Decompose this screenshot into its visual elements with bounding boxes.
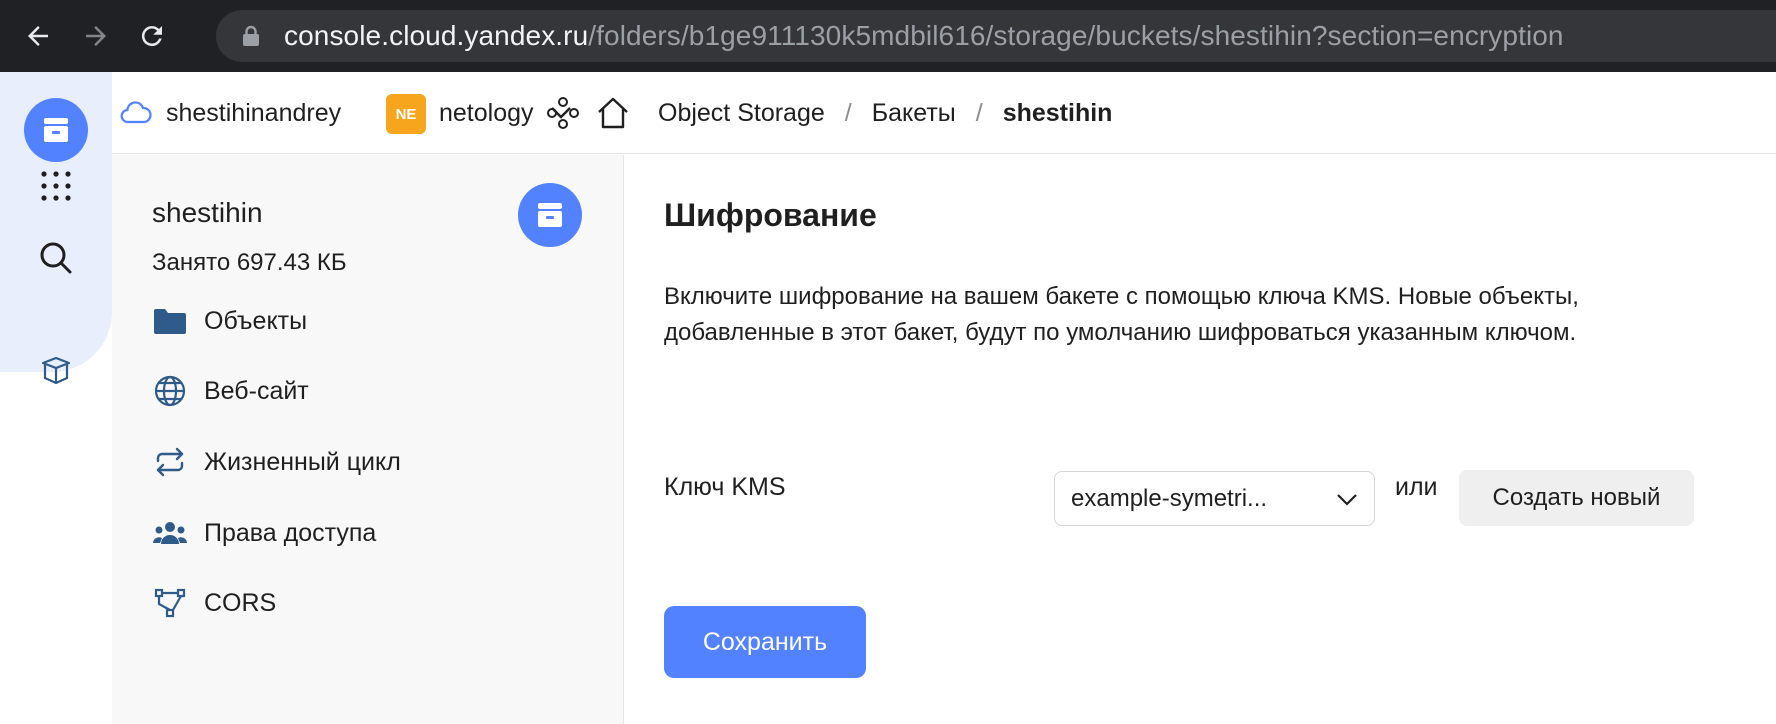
or-text: или [1395,473,1438,501]
users-icon [152,515,188,551]
browser-toolbar: console.cloud.yandex.ru/folders/b1ge9111… [0,0,1776,72]
cloud-selector[interactable]: shestihinandrey [120,72,341,154]
address-bar[interactable]: console.cloud.yandex.ru/folders/b1ge9111… [216,10,1776,62]
breadcrumb-separator: / [844,98,852,127]
sidebar-item-website[interactable]: Веб-сайт [152,369,309,413]
sidebar-item-label: CORS [204,588,277,617]
storage-bucket-icon[interactable] [24,98,88,162]
create-key-button[interactable]: Создать новый [1459,470,1694,526]
sidebar-item-cors[interactable]: CORS [152,581,276,625]
bucket-sidebar: shestihin Занято 697.43 КБ Объекты Веб-с… [112,155,624,724]
chevron-down-icon [1337,494,1357,506]
save-button[interactable]: Сохранить [664,606,866,678]
lifecycle-icon [152,444,188,480]
reload-icon[interactable] [132,16,172,56]
folder-icon [152,303,188,339]
sidebar-item-label: Веб-сайт [204,376,309,405]
folder-name: netology [439,98,534,127]
home-icon[interactable] [596,72,630,154]
apps-grid-icon[interactable] [36,166,76,206]
sidebar-item-label: Права доступа [204,518,377,547]
bucket-name: shestihin [152,197,263,228]
forward-arrow-icon[interactable] [76,16,116,56]
bucket-usage: Занято 697.43 КБ [152,249,347,276]
breadcrumb: Object Storage / Бакеты / shestihin [658,72,1112,154]
breadcrumb-current: shestihin [1002,98,1113,127]
back-arrow-icon[interactable] [18,16,58,56]
console-header: shestihinandrey NE netology Object Stora… [112,72,1776,154]
encryption-section: Шифрование Включите шифрование на вашем … [625,155,1776,724]
sidebar-item-permissions[interactable]: Права доступа [152,511,376,555]
left-rail [0,72,112,724]
breadcrumb-object-storage[interactable]: Object Storage [658,99,825,128]
page-title: Шифрование [664,197,877,233]
cors-icon [152,585,188,621]
globe-icon [152,373,188,409]
cloud-name: shestihinandrey [166,98,342,127]
sidebar-item-lifecycle[interactable]: Жизненный цикл [152,440,401,484]
sidebar-item-objects[interactable]: Объекты [152,299,307,343]
sidebar-item-label: Жизненный цикл [204,447,401,476]
kms-key-value: example-symetri... [1071,484,1268,512]
kms-key-select[interactable]: example-symetri... [1054,471,1375,526]
folder-badge: NE [386,94,426,134]
kms-key-label: Ключ KMS [664,473,786,501]
breadcrumb-separator: / [975,98,983,127]
encryption-description: Включите шифрование на вашем бакете с по… [664,283,1579,346]
lock-icon [243,25,259,46]
cloud-icon [120,101,152,124]
box-icon[interactable] [36,350,76,390]
bucket-avatar-icon [518,183,582,247]
breadcrumb-buckets[interactable]: Бакеты [872,99,956,128]
url-text: console.cloud.yandex.ru/folders/b1ge9111… [284,20,1564,51]
search-icon[interactable] [36,238,76,278]
sidebar-item-label: Объекты [204,306,308,335]
services-icon[interactable] [547,72,579,154]
